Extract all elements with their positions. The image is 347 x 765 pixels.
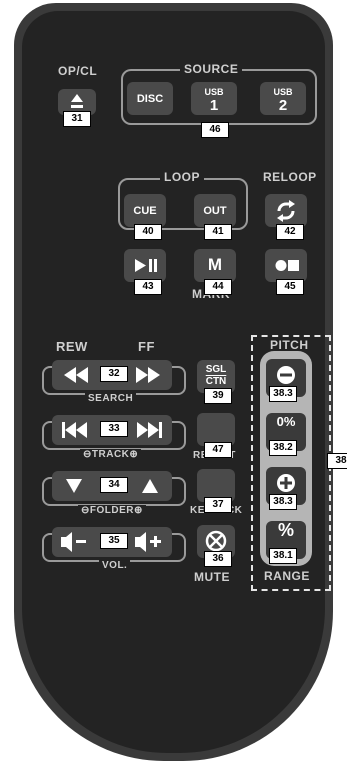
play-pause-button[interactable] — [124, 249, 166, 282]
vol-down-button[interactable] — [52, 527, 96, 557]
callout-38: 38 — [327, 453, 347, 469]
skip-forward-icon — [137, 422, 162, 438]
callout-32: 32 — [100, 366, 128, 382]
cue-button[interactable]: CUE — [124, 194, 166, 227]
ctn-label: CTN — [205, 376, 227, 387]
track-next-button[interactable] — [128, 415, 172, 445]
volume-down-icon — [61, 532, 86, 552]
callout-35: 35 — [100, 533, 128, 549]
callout-37: 37 — [204, 497, 232, 513]
callout-31: 31 — [63, 111, 91, 127]
pitch-label: PITCH — [267, 338, 312, 352]
vol-label: VOL. — [99, 560, 131, 571]
callout-42: 42 — [276, 224, 304, 240]
plus-icon: ⊕ — [134, 505, 143, 516]
search-label: SEARCH — [85, 393, 137, 404]
track-label: TRACK — [91, 449, 130, 460]
out-button-label: OUT — [203, 205, 227, 217]
usb2-button[interactable]: USB 2 — [260, 82, 306, 115]
folder-label-group: ⊖FOLDER⊕ — [78, 505, 146, 516]
callout-36: 36 — [204, 551, 232, 567]
skip-back-icon — [62, 422, 87, 438]
usb1-number: 1 — [209, 97, 219, 114]
loop-label: LOOP — [160, 170, 205, 184]
mark-button[interactable]: M — [194, 249, 236, 282]
sgl-label: SGL — [205, 364, 227, 375]
track-label-group: ⊖TRACK⊕ — [80, 449, 142, 460]
pitch-zero-label: 0% — [276, 414, 296, 429]
callout-38-2: 38.2 — [269, 440, 297, 456]
fast-forward-icon — [136, 367, 160, 383]
callout-38-1: 38.1 — [269, 548, 297, 564]
plus-circle-icon — [277, 474, 295, 492]
opcl-label: OP/CL — [58, 64, 98, 78]
minus-icon: ⊖ — [83, 449, 92, 460]
plus-icon: ⊕ — [129, 449, 139, 460]
range-label: RANGE — [264, 569, 310, 583]
cue-button-label: CUE — [133, 205, 157, 217]
usb2-number: 2 — [278, 97, 288, 114]
reloop-button[interactable] — [265, 194, 307, 227]
range-button-label: % — [277, 520, 294, 540]
minus-icon: ⊖ — [81, 505, 90, 516]
callout-43: 43 — [134, 279, 162, 295]
folder-label: FOLDER — [89, 505, 134, 516]
play-pause-icon — [135, 259, 157, 272]
disc-button[interactable]: DISC — [127, 82, 173, 115]
folder-up-button[interactable] — [128, 471, 172, 501]
callout-38-3a: 38.3 — [269, 386, 297, 402]
callout-38-3b: 38.3 — [269, 494, 297, 510]
usb1-button[interactable]: USB 1 — [191, 82, 237, 115]
rewind-icon — [64, 367, 88, 383]
callout-47: 47 — [204, 442, 232, 458]
track-prev-button[interactable] — [52, 415, 96, 445]
out-button[interactable]: OUT — [194, 194, 236, 227]
ff-button[interactable] — [128, 360, 172, 390]
triangle-down-icon — [66, 479, 82, 493]
callout-33: 33 — [100, 421, 128, 437]
volume-up-icon — [135, 532, 161, 552]
record-stop-icon — [275, 260, 299, 271]
ff-label: FF — [138, 339, 155, 354]
minus-circle-icon — [277, 366, 295, 384]
mute-label: MUTE — [194, 570, 230, 584]
callout-40: 40 — [134, 224, 162, 240]
source-label: SOURCE — [180, 62, 243, 76]
mark-button-label: M — [207, 255, 223, 274]
folder-down-button[interactable] — [52, 471, 96, 501]
vol-up-button[interactable] — [128, 527, 172, 557]
record-stop-button[interactable] — [265, 249, 307, 282]
callout-44: 44 — [204, 279, 232, 295]
reloop-icon — [277, 200, 295, 222]
rew-button[interactable] — [52, 360, 96, 390]
disc-button-label: DISC — [136, 93, 164, 105]
triangle-up-icon — [142, 479, 158, 493]
callout-39: 39 — [204, 388, 232, 404]
callout-46: 46 — [201, 122, 229, 138]
rew-label: REW — [56, 339, 88, 354]
callout-34: 34 — [100, 477, 128, 493]
callout-45: 45 — [276, 279, 304, 295]
callout-41: 41 — [204, 224, 232, 240]
remote-control: OP/CL 31 SOURCE DISC USB 1 USB 2 46 LOOP… — [14, 3, 347, 761]
reloop-label: RELOOP — [263, 170, 317, 184]
